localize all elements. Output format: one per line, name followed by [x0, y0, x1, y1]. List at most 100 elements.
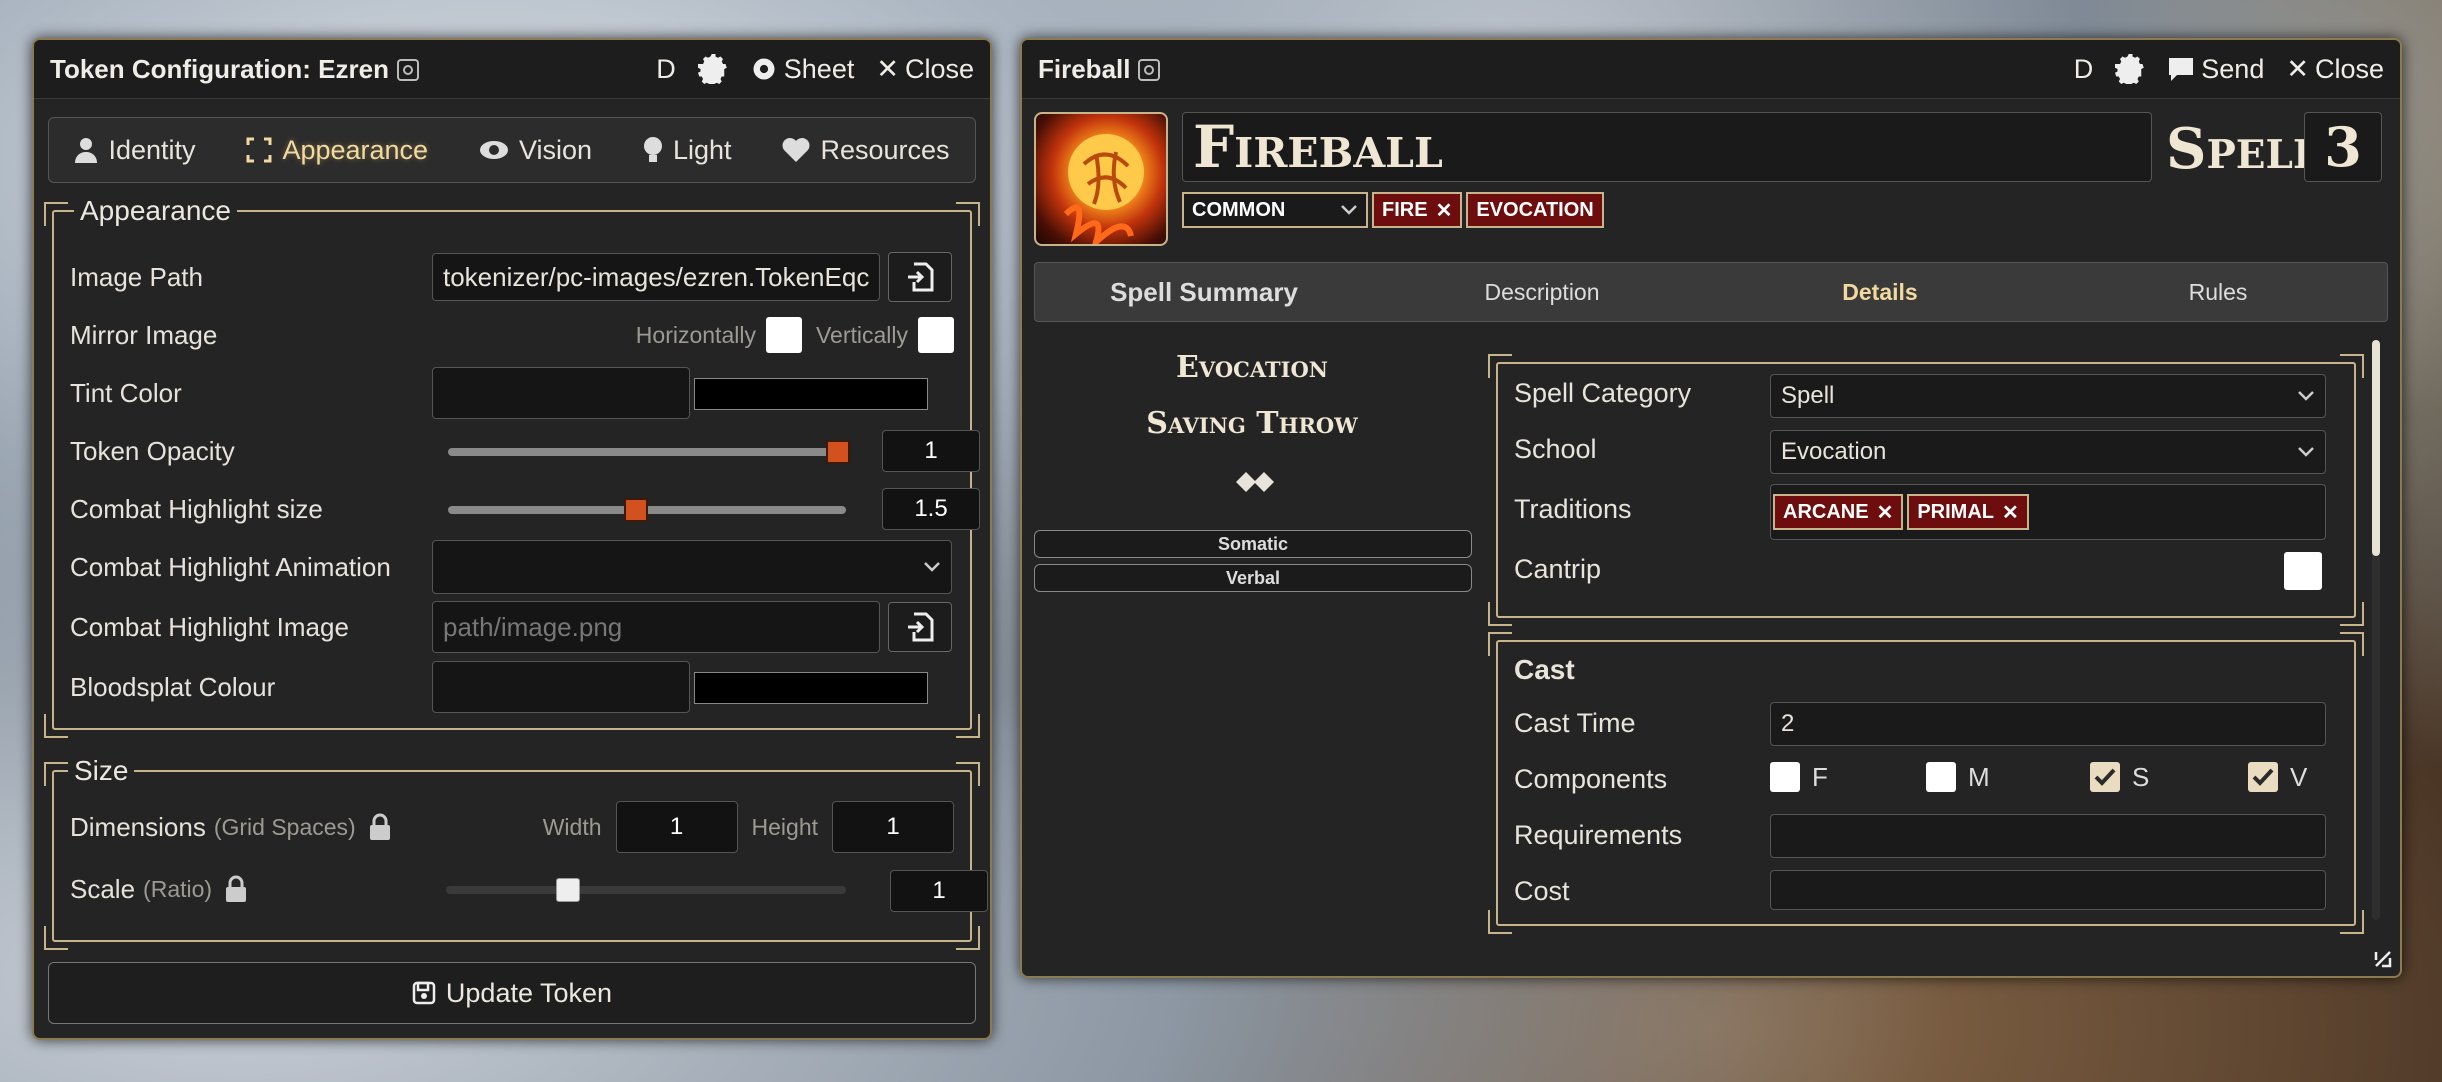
width-input[interactable]: 1: [615, 801, 738, 853]
corner-ornament: [2340, 910, 2364, 934]
cast-heading: Cast: [1514, 654, 1575, 685]
tab-resources[interactable]: Resources: [782, 135, 950, 166]
component-v-label: V: [2290, 762, 2308, 792]
details-fieldset: Spell Category Spell School Evocation Tr…: [1488, 354, 2364, 626]
bloodsplat-color-input[interactable]: [432, 661, 690, 713]
traditions-input[interactable]: ARCANE ✕ PRIMAL ✕: [1770, 484, 2326, 540]
send-button[interactable]: Send: [2167, 54, 2264, 85]
corner-ornament: [956, 714, 980, 738]
chevron-down-icon: [1341, 205, 1357, 215]
lightbulb-icon: [643, 137, 662, 162]
remove-trait-icon[interactable]: ✕: [1436, 198, 1453, 223]
tab-vision[interactable]: Vision: [479, 135, 592, 166]
tab-identity[interactable]: Identity: [74, 135, 196, 166]
tab-description[interactable]: Description: [1373, 279, 1711, 306]
resize-handle-icon[interactable]: [2372, 948, 2394, 970]
cantrip-checkbox[interactable]: [2284, 552, 2322, 590]
highlight-size-thumb[interactable]: [624, 498, 648, 522]
image-path-input[interactable]: tokenizer/pc-images/ezren.TokenEqc: [432, 253, 880, 301]
corner-ornament: [956, 926, 980, 950]
opacity-slider-thumb[interactable]: [826, 440, 850, 464]
mirror-vertical-checkbox[interactable]: [918, 317, 954, 353]
tab-light[interactable]: Light: [643, 135, 732, 166]
document-id-icon[interactable]: [396, 59, 419, 81]
tint-row: Tint Color: [70, 366, 954, 420]
component-m-checkbox[interactable]: [1926, 762, 1956, 792]
mirror-horizontal-checkbox[interactable]: [765, 317, 802, 353]
spell-tabs: Spell Summary Description Details Rules: [1034, 262, 2388, 322]
opacity-slider[interactable]: [448, 440, 850, 464]
cost-input[interactable]: [1770, 870, 2326, 910]
highlight-animation-select[interactable]: [432, 540, 952, 594]
spell-level-input[interactable]: 3: [2304, 112, 2382, 182]
school-select[interactable]: Evocation: [1770, 430, 2326, 474]
highlight-size-slider[interactable]: [448, 498, 846, 522]
component-f-checkbox[interactable]: [1770, 762, 1800, 792]
component-f-label: F: [1812, 762, 1828, 792]
highlight-animation-label: Combat Highlight Animation: [70, 551, 391, 582]
file-picker-button[interactable]: [888, 252, 952, 302]
spell-header[interactable]: Fireball D Send ✕ Close: [1022, 40, 2400, 99]
requirements-input[interactable]: [1770, 814, 2326, 858]
tradition-tag[interactable]: PRIMAL ✕: [1907, 494, 2029, 530]
details-scrollbar[interactable]: [2372, 340, 2380, 920]
sheet-button[interactable]: Sheet: [750, 54, 854, 85]
remove-tradition-icon[interactable]: ✕: [2002, 500, 2019, 525]
tab-details[interactable]: Details: [1711, 279, 2049, 306]
corner-ornament: [2340, 602, 2364, 626]
trait-tag[interactable]: FIRE ✕: [1372, 192, 1463, 228]
opacity-value[interactable]: 1: [882, 430, 980, 472]
scale-slider-thumb[interactable]: [556, 878, 580, 902]
close-button[interactable]: ✕ Close: [876, 54, 974, 85]
gear-button[interactable]: [2115, 54, 2145, 84]
token-config-window: Token Configuration: Ezren D Sheet ✕ Clo…: [32, 38, 992, 1040]
eye-icon: [479, 141, 508, 159]
d-button[interactable]: D: [656, 54, 676, 85]
school-label: School: [1514, 434, 1597, 464]
bloodsplat-color-swatch[interactable]: [694, 672, 928, 704]
update-token-button[interactable]: Update Token: [48, 962, 976, 1024]
remove-tradition-icon[interactable]: ✕: [1877, 500, 1894, 525]
height-input[interactable]: 1: [832, 801, 954, 853]
component-v-checkbox[interactable]: [2248, 762, 2278, 792]
tab-spell-summary[interactable]: Spell Summary: [1035, 277, 1373, 308]
summary-school: Evocation: [1176, 350, 1328, 385]
tab-appearance[interactable]: Appearance: [246, 135, 428, 166]
horizontally-label: Horizontally: [635, 321, 756, 348]
component-s-checkbox[interactable]: [2090, 762, 2120, 792]
spell-category-select[interactable]: Spell: [1770, 374, 2326, 418]
chevron-down-icon: [924, 562, 940, 572]
component-s-label: S: [2132, 762, 2150, 792]
tint-color-input[interactable]: [432, 367, 690, 419]
gear-button[interactable]: [697, 54, 728, 84]
d-button[interactable]: D: [2074, 54, 2094, 85]
token-config-header[interactable]: Token Configuration: Ezren D Sheet ✕ Clo…: [34, 40, 990, 99]
file-picker-button[interactable]: [888, 602, 952, 652]
expand-icon: [246, 137, 272, 163]
corner-ornament: [44, 714, 68, 738]
cast-time-input[interactable]: 2: [1770, 702, 2326, 746]
close-icon: ✕: [876, 53, 899, 84]
scrollbar-thumb[interactable]: [2372, 340, 2380, 556]
lock-icon[interactable]: [224, 875, 248, 903]
lock-icon[interactable]: [368, 813, 392, 841]
scale-input[interactable]: 1: [890, 870, 988, 912]
document-id-icon[interactable]: [1138, 59, 1161, 81]
highlight-size-label: Combat Highlight size: [70, 493, 323, 524]
tint-color-swatch[interactable]: [694, 378, 928, 410]
rarity-select[interactable]: COMMON: [1182, 192, 1368, 228]
spell-image[interactable]: [1034, 112, 1168, 246]
tradition-tag[interactable]: ARCANE ✕: [1773, 494, 1904, 530]
bloodsplat-label: Bloodsplat Colour: [70, 671, 276, 702]
spell-name-input[interactable]: Fireball: [1182, 112, 2152, 182]
component-m-label: M: [1968, 762, 1990, 792]
close-button[interactable]: ✕ Close: [2286, 54, 2384, 85]
spell-name: Fireball: [1193, 113, 1443, 181]
tab-rules[interactable]: Rules: [2049, 279, 2387, 306]
scale-slider[interactable]: [446, 878, 846, 902]
spell-body: Fireball Spell 3 COMMON FIRE ✕ EVOCATION…: [1022, 100, 2400, 976]
mirror-label: Mirror Image: [70, 319, 218, 350]
trait-tag[interactable]: EVOCATION: [1466, 192, 1604, 228]
highlight-image-input[interactable]: path/image.png: [432, 601, 880, 653]
highlight-size-value[interactable]: 1.5: [882, 488, 980, 530]
